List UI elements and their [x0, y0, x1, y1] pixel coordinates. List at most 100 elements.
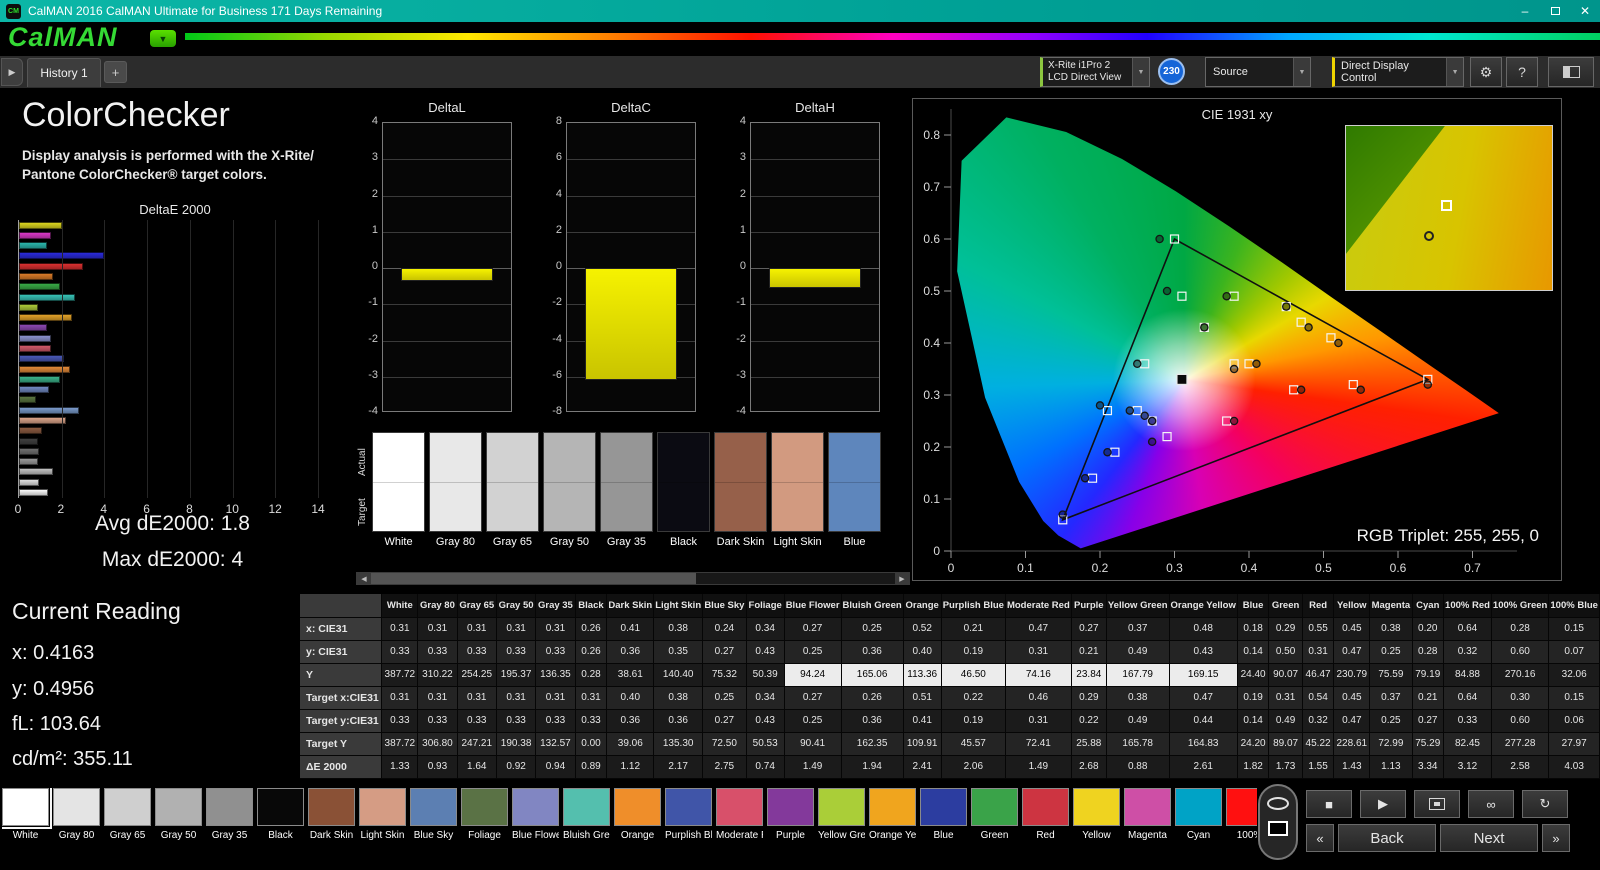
patch-button-black[interactable]: Black: [257, 788, 308, 858]
table-cell: 0.43: [746, 640, 784, 663]
table-cell: 84.88: [1444, 663, 1492, 686]
patch-button-gray-35[interactable]: Gray 35: [206, 788, 257, 858]
table-cell: 24.20: [1237, 732, 1269, 755]
help-button[interactable]: ?: [1506, 57, 1538, 87]
display-control-dropdown-arrow[interactable]: ▼: [1446, 58, 1463, 86]
table-column-header: Gray 65: [457, 594, 496, 617]
reading-cdm2: cd/m²: 355.11: [12, 748, 133, 771]
table-cell: 82.45: [1444, 732, 1492, 755]
table-cell: 0.41: [903, 709, 941, 732]
source-dropdown-arrow[interactable]: ▼: [1293, 58, 1310, 86]
patch-label: Light Skin: [359, 830, 406, 841]
patch-button-yellow-green[interactable]: Yellow Green: [818, 788, 869, 858]
back-button[interactable]: Back: [1338, 824, 1436, 852]
back-arrow-button[interactable]: «: [1306, 824, 1334, 852]
continuous-read-button[interactable]: ∞: [1468, 790, 1514, 818]
table-cell: 247.21: [457, 732, 496, 755]
patch-button-orange-yellow[interactable]: Orange Yellow: [869, 788, 920, 858]
meter-dropdown-arrow[interactable]: ▼: [1132, 58, 1149, 86]
stop-button[interactable]: ■: [1306, 790, 1352, 818]
y-tick-label: -3: [724, 369, 746, 381]
table-cell: 1.43: [1334, 755, 1370, 778]
layout-toggle-button[interactable]: [1548, 57, 1594, 87]
deltae-bar: [19, 283, 60, 290]
patch-button-gray-65[interactable]: Gray 65: [104, 788, 155, 858]
patch-button-blue-sky[interactable]: Blue Sky: [410, 788, 461, 858]
svg-text:0: 0: [933, 544, 940, 558]
patch-button-white[interactable]: White: [2, 788, 53, 858]
source-dropdown[interactable]: Source ▼: [1205, 57, 1311, 87]
y-tick-label: -2: [540, 296, 562, 308]
patch-button-magenta[interactable]: Magenta: [1124, 788, 1175, 858]
swatch-strip-scrollbar[interactable]: ◀ ▶: [356, 572, 910, 585]
table-cell: 0.88: [1106, 755, 1169, 778]
scrollbar-track[interactable]: [371, 573, 895, 584]
patch-button-orange[interactable]: Orange: [614, 788, 665, 858]
table-cell: 39.06: [607, 732, 654, 755]
patch-button-100-[interactable]: 100%: [1226, 788, 1257, 858]
patch-button-blue-flower[interactable]: Blue Flower: [512, 788, 563, 858]
patch-button-light-skin[interactable]: Light Skin: [359, 788, 410, 858]
add-tab-button[interactable]: +: [104, 61, 127, 83]
patch-label: Purple: [767, 830, 814, 841]
patch-button-blue[interactable]: Blue: [920, 788, 971, 858]
patch-button-cyan[interactable]: Cyan: [1175, 788, 1226, 858]
table-cell: 0.64: [1444, 617, 1492, 640]
patch-button-red[interactable]: Red: [1022, 788, 1073, 858]
tab-history-1[interactable]: History 1: [27, 58, 101, 87]
table-cell: 0.33: [382, 709, 418, 732]
patch-color-swatch: [2, 788, 49, 826]
table-cell: 0.49: [1106, 640, 1169, 663]
meter-position-widget[interactable]: [1258, 784, 1298, 860]
patch-button-dark-skin[interactable]: Dark Skin: [308, 788, 359, 858]
patch-button-yellow[interactable]: Yellow: [1073, 788, 1124, 858]
table-cell: 0.31: [536, 686, 575, 709]
meter-dropdown[interactable]: X-Rite i1Pro 2 LCD Direct View ▼: [1040, 57, 1150, 87]
table-cell: 0.22: [1071, 709, 1106, 732]
table-cell: 0.25: [1370, 640, 1412, 663]
page-title: ColorChecker: [22, 96, 230, 135]
minimize-button[interactable]: –: [1510, 0, 1540, 22]
patch-button-purplish-blue[interactable]: Purplish Blue: [665, 788, 716, 858]
deltae-bar: [19, 438, 38, 445]
read-button[interactable]: ▶: [1360, 790, 1406, 818]
patch-button-gray-50[interactable]: Gray 50: [155, 788, 206, 858]
logo-menu-button[interactable]: ▼: [150, 30, 176, 47]
patch-label: White: [2, 830, 49, 841]
titlebar: CM CalMAN 2016 CalMAN Ultimate for Busin…: [0, 0, 1600, 22]
table-cell: 4.03: [1549, 755, 1600, 778]
next-arrow-button[interactable]: »: [1542, 824, 1570, 852]
y-tick-label: -1: [356, 296, 378, 308]
loop-button[interactable]: ↻: [1522, 790, 1568, 818]
table-cell: 0.18: [1237, 617, 1269, 640]
table-cell: 0.31: [496, 617, 535, 640]
patch-button-purple[interactable]: Purple: [767, 788, 818, 858]
table-cell: 0.45: [1334, 686, 1370, 709]
maximize-button[interactable]: [1540, 0, 1570, 22]
actual-target-swatch: Gray 50: [543, 432, 600, 548]
scrollbar-thumb[interactable]: [371, 573, 696, 584]
sidebar-expander-button[interactable]: ▶: [1, 58, 23, 86]
next-button[interactable]: Next: [1440, 824, 1538, 852]
table-cell: 0.06: [1549, 709, 1600, 732]
patch-button-gray-80[interactable]: Gray 80: [53, 788, 104, 858]
close-button[interactable]: ✕: [1570, 0, 1600, 22]
table-cell: 1.49: [784, 755, 841, 778]
y-tick-label: 6: [540, 151, 562, 163]
y-tick-label: 3: [724, 151, 746, 163]
table-cell: 25.88: [1071, 732, 1106, 755]
table-cell: 0.31: [575, 686, 607, 709]
deltae-chart-title: DeltaE 2000: [10, 202, 340, 217]
settings-button[interactable]: ⚙: [1470, 57, 1502, 87]
display-control-dropdown[interactable]: Direct Display Control ▼: [1332, 57, 1464, 87]
pattern-window-button[interactable]: [1414, 790, 1460, 818]
patch-button-moderate-red[interactable]: Moderate Red: [716, 788, 767, 858]
scroll-left-button[interactable]: ◀: [357, 573, 371, 584]
meter-count-badge: 230: [1158, 58, 1185, 85]
patch-button-bluish-green[interactable]: Bluish Green: [563, 788, 614, 858]
patch-button-green[interactable]: Green: [971, 788, 1022, 858]
svg-text:0.5: 0.5: [1315, 561, 1332, 575]
scroll-right-button[interactable]: ▶: [895, 573, 909, 584]
patch-button-foliage[interactable]: Foliage: [461, 788, 512, 858]
table-cell: 0.31: [1302, 640, 1334, 663]
